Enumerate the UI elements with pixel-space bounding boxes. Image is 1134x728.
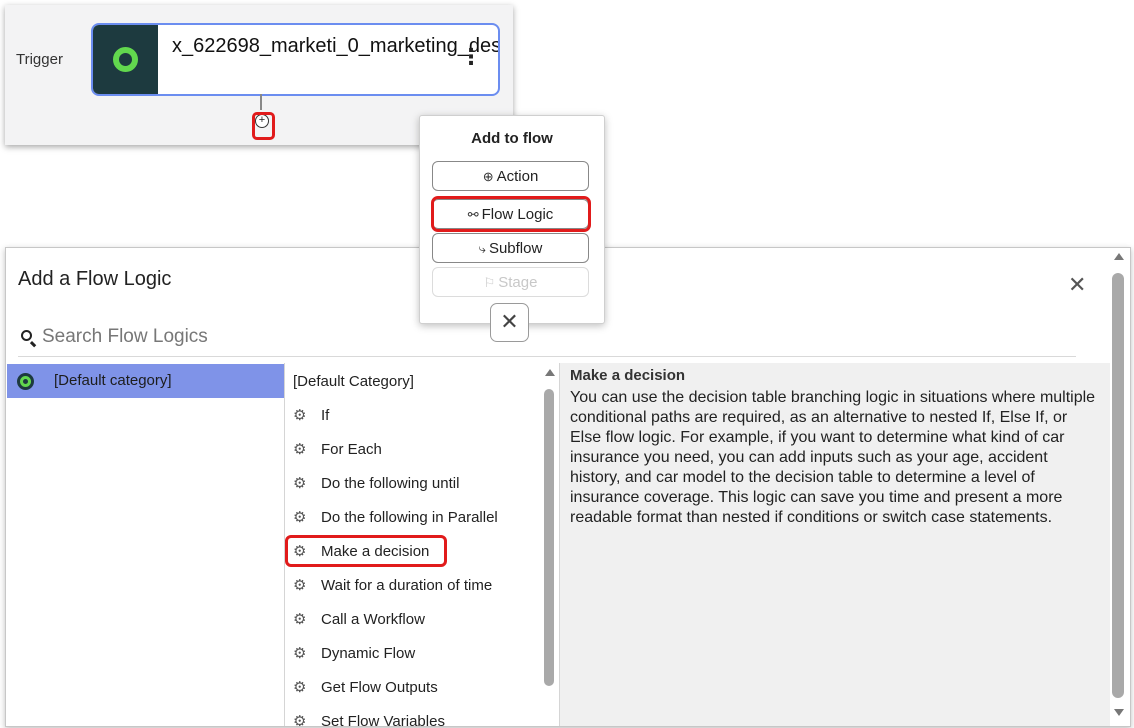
flag-icon: ⚐	[483, 275, 496, 290]
search-bar	[18, 322, 1076, 357]
highlight-make-decision	[285, 535, 447, 567]
category-item-default[interactable]: [Default category]	[7, 364, 284, 398]
panel-close-icon[interactable]: ✕	[1068, 274, 1086, 296]
flow-logic-list: [Default Category] ⚙ If ⚙ For Each ⚙ Do the…	[285, 363, 560, 726]
highlight-flow-logic	[431, 196, 591, 232]
flow-logic-icon: ⚙	[293, 577, 307, 594]
stage-button: ⚐ Stage	[432, 267, 589, 297]
subflow-button[interactable]: ⤷ Subflow	[432, 233, 589, 263]
category-logo-icon	[17, 373, 34, 390]
add-to-flow-popover: Add to flow ⊕ Action ⚯ Flow Logic ⤷ Subflow…	[419, 115, 605, 324]
list-item-call-workflow[interactable]: ⚙ Call a Workflow	[293, 610, 425, 632]
list-item-do-parallel[interactable]: ⚙ Do the following in Parallel	[293, 508, 498, 530]
detail-title: Make a decision	[570, 367, 686, 384]
list-item-wait-duration[interactable]: ⚙ Wait for a duration of time	[293, 576, 492, 598]
more-options-icon[interactable]: ⋮	[460, 46, 482, 68]
panel-scrollbar-thumb[interactable]	[1112, 273, 1124, 698]
flow-logic-icon: ⚙	[293, 475, 307, 492]
highlight-add-step	[252, 112, 275, 140]
trigger-step[interactable]: x_622698_marketi_0_marketing_design_requ…	[91, 23, 500, 96]
category-label: [Default category]	[54, 372, 172, 389]
flow-logic-icon: ⚙	[293, 679, 307, 696]
trigger-name: x_622698_marketi_0_marketing_design_requ…	[172, 35, 498, 57]
list-item-dynamic-flow[interactable]: ⚙ Dynamic Flow	[293, 644, 415, 666]
list-item-get-flow-outputs[interactable]: ⚙ Get Flow Outputs	[293, 678, 438, 700]
list-header: [Default Category]	[293, 373, 414, 390]
action-icon: ⊕	[482, 169, 494, 184]
panel-scroll-down-arrow-icon[interactable]	[1114, 709, 1124, 716]
popover-title: Add to flow	[471, 130, 553, 147]
category-list: [Default category]	[6, 363, 285, 726]
flow-logic-icon: ⚙	[293, 713, 307, 726]
search-icon	[21, 330, 32, 341]
subflow-icon: ⤷	[478, 241, 486, 256]
detail-description: You can use the decision table branching…	[570, 389, 1096, 526]
list-scrollbar-thumb[interactable]	[544, 389, 554, 686]
list-item-set-flow-variables[interactable]: ⚙ Set Flow Variables	[293, 712, 445, 726]
flow-logic-icon: ⚙	[293, 645, 307, 662]
flow-connector	[260, 94, 262, 110]
trigger-label: Trigger	[16, 51, 63, 68]
scroll-up-arrow-icon[interactable]	[545, 369, 555, 376]
list-item-do-until[interactable]: ⚙ Do the following until	[293, 474, 459, 496]
panel-title: Add a Flow Logic	[18, 268, 172, 290]
flow-logic-icon: ⚙	[293, 611, 307, 628]
list-item-for-each[interactable]: ⚙ For Each	[293, 440, 382, 462]
app-logo-icon	[93, 25, 158, 94]
detail-pane: Make a decision You can use the decision…	[560, 363, 1110, 726]
flow-logic-icon: ⚙	[293, 441, 307, 458]
flow-logic-icon: ⚙	[293, 407, 307, 424]
list-item-if[interactable]: ⚙ If	[293, 406, 329, 428]
panel-scroll-up-arrow-icon[interactable]	[1114, 253, 1124, 260]
popover-close-button[interactable]: ✕	[490, 303, 529, 342]
action-button[interactable]: ⊕ Action	[432, 161, 589, 191]
flow-logic-icon: ⚙	[293, 509, 307, 526]
